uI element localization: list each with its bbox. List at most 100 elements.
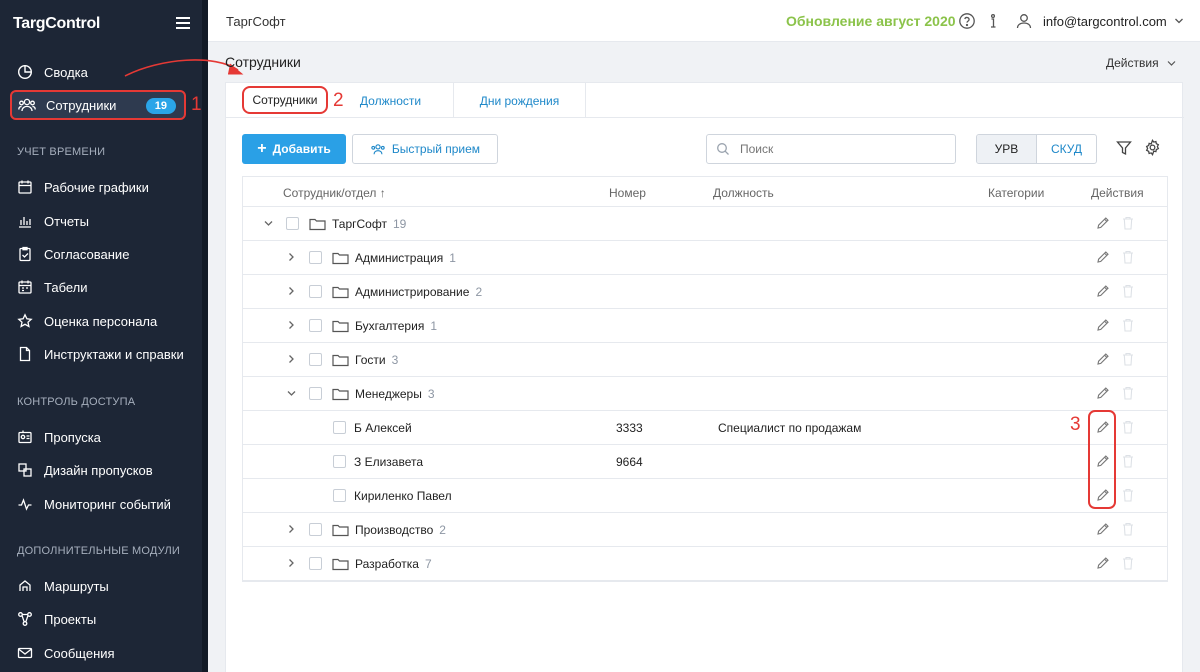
menu-toggle-icon[interactable] [176,17,190,29]
trash-icon[interactable] [1122,250,1134,264]
help-icon[interactable] [958,12,976,30]
sidebar-item-event-monitoring[interactable]: Мониторинг событий [10,489,186,519]
pencil-icon[interactable] [1096,216,1110,230]
sidebar-item-briefings[interactable]: Инструктажи и справки [10,339,186,369]
tab-birthdays[interactable]: Дни рождения [454,83,586,118]
trash-icon[interactable] [1122,318,1134,332]
table-row[interactable]: Администрирование 2 [243,275,1167,309]
user-icon[interactable] [1015,12,1033,30]
row-name-label: Разработка [355,557,419,571]
row-name[interactable]: Администрация 1 [355,251,456,265]
chevron-down-icon[interactable] [263,218,273,228]
trash-icon[interactable] [1122,386,1134,400]
column-header-categories[interactable]: Категории [988,186,1044,200]
row-checkbox[interactable] [309,557,322,570]
sidebar-item-reports[interactable]: Отчеты [10,206,186,236]
row-checkbox[interactable] [309,319,322,332]
pencil-icon[interactable] [1096,284,1110,298]
row-checkbox[interactable] [309,387,322,400]
sidebar-item-approval[interactable]: Согласование [10,239,186,269]
table-row[interactable]: Б Алексей 3333 Специалист по продажам [243,411,1167,445]
chevron-down-icon[interactable] [286,388,296,398]
table-row[interactable]: Гости 3 [243,343,1167,377]
table-row[interactable]: Разработка 7 [243,547,1167,581]
add-button[interactable]: + Добавить [242,134,346,164]
row-name[interactable]: Администрирование 2 [355,285,482,299]
pencil-icon[interactable] [1096,318,1110,332]
table-row[interactable]: Производство 2 [243,513,1167,547]
chevron-right-icon[interactable] [286,558,296,568]
mode-urv-button[interactable]: УРВ [977,135,1037,163]
chevron-down-icon[interactable] [1174,17,1184,25]
table-row[interactable]: ТаргСофт 19 [243,207,1167,241]
filter-icon[interactable] [1116,140,1132,156]
app-logo[interactable]: TargControl [13,15,100,33]
row-checkbox[interactable] [333,421,346,434]
table-row[interactable]: З Елизавета 9664 [243,445,1167,479]
sidebar-item-label: Пропуска [44,429,101,445]
info-icon[interactable] [984,12,1002,30]
sidebar-item-pass-design[interactable]: Дизайн пропусков [10,455,186,485]
table-row[interactable]: Бухгалтерия 1 [243,309,1167,343]
mode-skud-button[interactable]: СКУД [1037,135,1096,163]
plus-icon: + [257,140,267,157]
tab-employees[interactable]: Сотрудники [242,86,328,114]
row-name[interactable]: Б Алексей [354,421,412,435]
sidebar-item-schedules[interactable]: Рабочие графики [10,172,186,202]
pencil-icon[interactable] [1096,250,1110,264]
trash-icon[interactable] [1122,522,1134,536]
row-name[interactable]: Кириленко Павел [354,489,452,503]
row-checkbox[interactable] [309,285,322,298]
trash-icon[interactable] [1122,556,1134,570]
table-row[interactable]: Кириленко Павел [243,479,1167,513]
page-actions-dropdown[interactable]: Действия [1106,56,1176,70]
row-checkbox[interactable] [309,523,322,536]
chevron-right-icon[interactable] [286,286,296,296]
table-row[interactable]: Администрация 1 [243,241,1167,275]
pencil-icon[interactable] [1096,556,1110,570]
row-checkbox[interactable] [309,353,322,366]
sidebar-item-evaluation[interactable]: Оценка персонала [10,306,186,336]
row-name[interactable]: Гости 3 [355,353,398,367]
column-header-position[interactable]: Должность [713,186,774,200]
row-count: 2 [439,523,446,537]
pencil-icon[interactable] [1096,522,1110,536]
tab-positions[interactable]: Должности [328,83,454,118]
user-email[interactable]: info@targcontrol.com [1043,14,1167,29]
trash-icon[interactable] [1122,454,1134,468]
row-checkbox[interactable] [333,455,346,468]
trash-icon[interactable] [1122,284,1134,298]
row-name[interactable]: Производство 2 [355,523,446,537]
search-input[interactable] [706,134,956,164]
search-icon [717,143,729,155]
update-link[interactable]: Обновление август 2020 [786,13,956,29]
row-checkbox[interactable] [333,489,346,502]
sidebar-item-passes[interactable]: Пропуска [10,422,186,452]
trash-icon[interactable] [1122,216,1134,230]
chevron-right-icon[interactable] [286,252,296,262]
row-name[interactable]: Разработка 7 [355,557,432,571]
quick-hire-button[interactable]: Быстрый прием [352,134,498,164]
sidebar-item-timesheets[interactable]: Табели [10,272,186,302]
sidebar-item-messages[interactable]: Сообщения [10,638,186,668]
column-header-number[interactable]: Номер [609,186,646,200]
gear-icon[interactable] [1144,139,1161,156]
trash-icon[interactable] [1122,420,1134,434]
row-checkbox[interactable] [309,251,322,264]
pencil-icon[interactable] [1096,386,1110,400]
row-name[interactable]: Бухгалтерия 1 [355,319,437,333]
pencil-icon[interactable] [1096,352,1110,366]
trash-icon[interactable] [1122,488,1134,502]
row-name[interactable]: З Елизавета [354,455,423,469]
chevron-right-icon[interactable] [286,354,296,364]
chevron-right-icon[interactable] [286,320,296,330]
sidebar-item-projects[interactable]: Проекты [10,604,186,634]
table-row[interactable]: Менеджеры 3 [243,377,1167,411]
row-checkbox[interactable] [286,217,299,230]
row-name[interactable]: Менеджеры 3 [355,387,435,401]
row-name[interactable]: ТаргСофт 19 [332,217,406,231]
sidebar-item-routes[interactable]: Маршруты [10,571,186,601]
chevron-right-icon[interactable] [286,524,296,534]
trash-icon[interactable] [1122,352,1134,366]
column-header-employee[interactable]: Сотрудник/отдел ↑ [283,186,386,200]
